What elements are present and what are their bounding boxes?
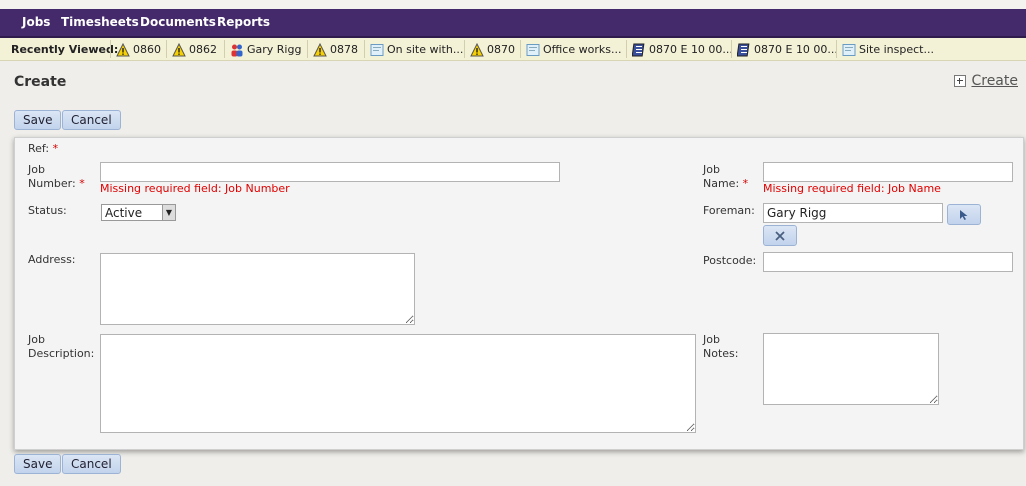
nav-reports[interactable]: Reports [217,15,270,29]
cursor-icon [960,209,968,220]
plus-icon [954,75,967,87]
nav-jobs[interactable]: Jobs [22,15,50,29]
recent-item-label: Office works... [543,43,622,56]
required-mark: * [79,177,85,190]
job-number-input[interactable] [100,162,560,182]
save-button-top[interactable]: Save [14,110,62,130]
recent-separator [836,40,837,58]
job-name-input[interactable] [763,162,1013,182]
chevron-down-icon: ▼ [162,205,175,220]
ref-label: Ref: * [28,142,58,156]
main-navbar: Jobs Timesheets Documents Reports [0,9,1026,38]
top-strip [0,0,1026,9]
job-name-label: Job Name: * [703,163,748,191]
address-label: Address: [28,253,76,266]
status-selected-value: Active [105,205,143,220]
foreman-select-button[interactable] [947,204,981,225]
recent-separator [307,40,308,58]
form-panel: Ref: * Job Number: * Missing required fi… [14,137,1024,450]
foreman-label: Foreman: [703,204,755,217]
document-icon [842,43,856,56]
recent-item-label: On site with... [387,43,464,56]
warning-icon [116,42,130,56]
save-button-bottom[interactable]: Save [14,454,62,474]
job-description-label-line2: Description: [28,347,95,360]
recent-separator [520,40,521,58]
recent-separator [110,40,111,58]
recently-viewed-bar: Recently Viewed: 0860 0862 Gary Rigg 087… [0,38,1026,61]
recent-item-label: Gary Rigg [247,43,302,56]
recent-item-0862[interactable]: 0862 [172,41,217,58]
cancel-button-top[interactable]: Cancel [62,110,121,130]
job-description-label: Job Description: [28,333,94,361]
document-icon [370,43,384,56]
job-name-label-line1: Job [703,163,720,176]
recent-item-0870-e-10-a[interactable]: 0870 E 10 00... [632,41,733,58]
recent-separator [626,40,627,58]
warning-icon [470,42,484,56]
recent-item-site-inspect[interactable]: Site inspect... [842,41,934,58]
cancel-button-bottom[interactable]: Cancel [62,454,121,474]
recent-item-label: 0870 [487,43,515,56]
foreman-clear-button[interactable] [763,225,797,246]
recent-item-0870[interactable]: 0870 [470,41,515,58]
recent-item-label: 0870 E 10 00... [754,43,838,56]
recently-viewed-label: Recently Viewed: [11,43,119,56]
recent-separator [731,40,732,58]
job-notes-textarea[interactable] [763,333,939,405]
page-title: Create [14,74,67,90]
close-icon [775,230,785,241]
users-icon [231,44,243,56]
job-name-error: Missing required field: Job Name [763,182,941,195]
warning-icon [313,42,327,56]
recent-item-label: 0870 E 10 00... [649,43,733,56]
document-icon [526,43,540,56]
job-number-label-line2: Number: [28,177,76,190]
recent-item-0860[interactable]: 0860 [116,41,161,58]
nav-timesheets[interactable]: Timesheets [61,15,139,29]
job-notes-label: Job Notes: [703,333,738,361]
recent-item-0870-e-10-b[interactable]: 0870 E 10 00... [737,41,838,58]
job-notes-label-line1: Job [703,333,720,346]
postcode-label: Postcode: [703,254,757,267]
required-mark: * [742,177,749,190]
recent-item-label: 0860 [133,43,161,56]
recent-item-gary-rigg[interactable]: Gary Rigg [230,41,301,58]
warning-icon [172,42,186,56]
job-name-label-line2: Name: [703,177,740,190]
recent-item-office-works[interactable]: Office works... [526,41,621,58]
recent-item-label: 0862 [189,43,217,56]
job-notes-label-line2: Notes: [703,347,739,360]
ref-label-text: Ref: [28,142,50,155]
status-label: Status: [28,204,67,217]
timesheet-icon [737,43,750,56]
job-description-label-line1: Job [28,333,45,346]
recent-item-label: Site inspect... [859,43,934,56]
job-number-label: Job Number: * [28,163,85,191]
recent-separator [364,40,365,58]
create-link-label: Create [971,73,1018,89]
recent-separator [224,40,225,58]
job-number-label-line1: Job [28,163,45,176]
required-mark: * [52,142,59,155]
recent-item-on-site[interactable]: On site with... [370,41,463,58]
status-select[interactable]: Active ▼ [101,204,176,221]
postcode-input[interactable] [763,252,1013,272]
foreman-input[interactable] [763,203,943,223]
recent-separator [166,40,167,58]
recent-item-0878[interactable]: 0878 [313,41,358,58]
address-textarea[interactable] [100,253,415,325]
timesheet-icon [632,43,645,56]
job-number-error: Missing required field: Job Number [100,182,290,195]
recent-separator [464,40,465,58]
job-description-textarea[interactable] [100,334,696,433]
create-link[interactable]: Create [954,73,1018,89]
recent-item-label: 0878 [330,43,358,56]
nav-documents[interactable]: Documents [140,15,216,29]
